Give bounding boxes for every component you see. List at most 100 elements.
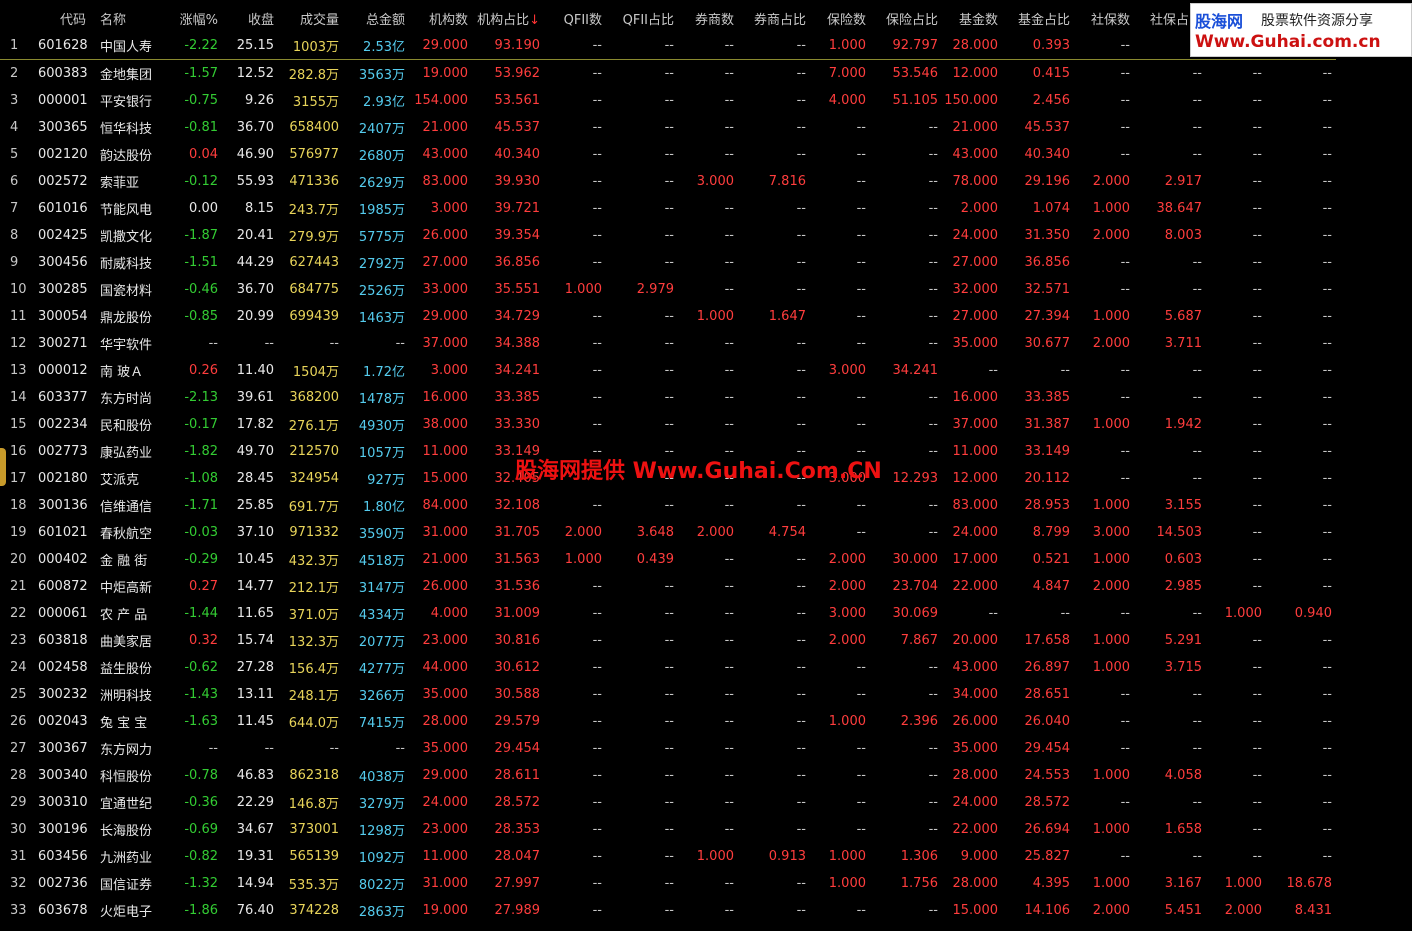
cell-broker-ratio: 4.754 [768, 525, 806, 540]
table-row[interactable]: 4 300365 恒华科技 -0.81 36.70 658400 2407万 21.000 45… [0, 114, 1336, 141]
table-row[interactable]: 18 300136 信维通信 -1.71 25.85 691.7万 1.80亿 84.000 3… [0, 492, 1336, 519]
cell-inst-count: 29.000 [422, 309, 469, 324]
column-header-index[interactable] [0, 5, 38, 32]
cell-social-count: 3.000 [1092, 525, 1130, 540]
cell-extra-ratio: -- [1322, 309, 1332, 324]
cell-code: 601021 [38, 525, 88, 540]
column-header-fund-count[interactable]: 基金数 [942, 5, 1002, 32]
table-row[interactable]: 12 300271 华宇软件 -- -- -- -- 37.000 34.388 -- -- -- --… [0, 330, 1336, 357]
cell-volume: 691.7万 [288, 500, 339, 515]
cell-amount: 4038万 [358, 770, 405, 785]
table-row[interactable]: 2 600383 金地集团 -1.57 12.52 282.8万 3563万 19.000 53… [0, 60, 1336, 88]
cell-broker-ratio: -- [796, 93, 806, 108]
cell-inst-ratio: 31.563 [494, 552, 541, 567]
cell-social-count: -- [1120, 606, 1130, 621]
cell-insurance-ratio: -- [928, 147, 938, 162]
cell-insurance-count: -- [856, 336, 866, 351]
cell-extra-ratio: 8.431 [1294, 903, 1332, 918]
column-header-fund-ratio[interactable]: 基金占比 [1002, 5, 1074, 32]
table-row[interactable]: 25 300232 洲明科技 -1.43 13.11 248.1万 3266万 35.000 3… [0, 681, 1336, 708]
table-row[interactable]: 8 002425 凯撒文化 -1.87 20.41 279.9万 5775万 26.000 39… [0, 222, 1336, 249]
column-header-broker-count[interactable]: 券商数 [678, 5, 738, 32]
cell-name: 金 融 街 [100, 554, 148, 569]
cell-qfii-count: -- [592, 417, 602, 432]
table-row[interactable]: 26 002043 兔 宝 宝 -1.63 11.45 644.0万 7415万 28.000… [0, 708, 1336, 735]
cell-broker-count: -- [724, 147, 734, 162]
table-row[interactable]: 33 603678 火炬电子 -1.86 76.40 374228 2863万 19.000 2… [0, 897, 1336, 924]
table-row[interactable]: 7 601016 节能风电 0.00 8.15 243.7万 1985万 3.000 39.72… [0, 195, 1336, 222]
cell-index: 26 [10, 714, 27, 729]
column-header-amount[interactable]: 总金额 [343, 5, 409, 32]
table-row[interactable]: 1 601628 中国人寿 -2.22 25.15 1003万 2.53亿 29.000 93.… [0, 32, 1336, 60]
table-row[interactable]: 3 000001 平安银行 -0.75 9.26 3155万 2.93亿 154.000 53.… [0, 87, 1336, 114]
table-row[interactable]: 11 300054 鼎龙股份 -0.85 20.99 699439 1463万 29.000 3… [0, 303, 1336, 330]
table-row[interactable]: 31 603456 九洲药业 -0.82 19.31 565139 1092万 11.000 2… [0, 843, 1336, 870]
cell-code: 002425 [38, 228, 88, 243]
table-row[interactable]: 24 002458 益生股份 -0.62 27.28 156.4万 4277万 44.000 3… [0, 654, 1336, 681]
cell-extra-count: 1.000 [1224, 606, 1262, 621]
column-header-social-count[interactable]: 社保数 [1074, 5, 1134, 32]
table-row[interactable]: 23 603818 曲美家居 0.32 15.74 132.3万 2077万 23.000 30… [0, 627, 1336, 654]
cell-qfii-ratio: -- [664, 255, 674, 270]
cell-social-count: 2.000 [1092, 228, 1130, 243]
cell-insurance-ratio: -- [928, 660, 938, 675]
cell-broker-ratio: 7.816 [768, 174, 806, 189]
table-row[interactable]: 27 300367 东方网力 -- -- -- -- 35.000 29.454 -- -- -- --… [0, 735, 1336, 762]
cell-amount: 3563万 [358, 68, 405, 83]
table-row[interactable]: 32 002736 国信证券 -1.32 14.94 535.3万 8022万 31.000 2… [0, 870, 1336, 897]
column-header-inst-count[interactable]: 机构数 [409, 5, 472, 32]
cell-volume: 156.4万 [288, 662, 339, 677]
cell-name: 平安银行 [100, 95, 153, 110]
table-row[interactable]: 14 603377 东方时尚 -2.13 39.61 368200 1478万 16.000 3… [0, 384, 1336, 411]
table-row[interactable]: 6 002572 索菲亚 -0.12 55.93 471336 2629万 83.000 39.… [0, 168, 1336, 195]
column-header-inst-ratio[interactable]: 机构占比↓ [472, 5, 544, 32]
cell-change-pct: -0.69 [184, 822, 218, 837]
cell-fund-count: 27.000 [952, 309, 999, 324]
cell-close: 55.93 [236, 174, 274, 189]
table-row[interactable]: 13 000012 南 玻Ａ 0.26 11.40 1504万 1.72亿 3.000 34.2… [0, 357, 1336, 384]
column-header-code[interactable]: 代码 [38, 5, 90, 32]
column-header-broker-ratio[interactable]: 券商占比 [738, 5, 810, 32]
cell-qfii-ratio: -- [664, 363, 674, 378]
cell-fund-count: 150.000 [944, 93, 998, 108]
cell-index: 32 [10, 876, 27, 891]
cell-fund-ratio: 28.572 [1024, 795, 1071, 810]
column-header-insurance-ratio[interactable]: 保险占比 [870, 5, 942, 32]
table-row[interactable]: 22 000061 农 产 品 -1.44 11.65 371.0万 4334万 4.000 3… [0, 600, 1336, 627]
table-row[interactable]: 5 002120 韵达股份 0.04 46.90 576977 2680万 43.000 40.… [0, 141, 1336, 168]
column-header-close[interactable]: 收盘 [222, 5, 278, 32]
table-row[interactable]: 28 300340 科恒股份 -0.78 46.83 862318 4038万 29.000 2… [0, 762, 1336, 789]
cell-social-count: 1.000 [1092, 822, 1130, 837]
cell-fund-ratio: 36.856 [1024, 255, 1071, 270]
column-header-qfii-ratio[interactable]: QFII占比 [606, 5, 678, 32]
side-expand-handle[interactable] [0, 448, 6, 486]
column-header-qfii-count[interactable]: QFII数 [544, 5, 606, 32]
cell-extra-count: -- [1252, 471, 1262, 486]
cell-change-pct: -1.87 [184, 228, 218, 243]
table-row[interactable]: 29 300310 宜通世纪 -0.36 22.29 146.8万 3279万 24.000 2… [0, 789, 1336, 816]
column-header-volume[interactable]: 成交量 [278, 5, 343, 32]
cell-name: 耐威科技 [100, 257, 153, 272]
table-row[interactable]: 20 000402 金 融 街 -0.29 10.45 432.3万 4518万 21.000… [0, 546, 1336, 573]
cell-extra-count: -- [1252, 822, 1262, 837]
table-row[interactable]: 19 601021 春秋航空 -0.03 37.10 971332 3590万 31.000 3… [0, 519, 1336, 546]
cell-social-ratio: -- [1192, 741, 1202, 756]
cell-inst-count: 3.000 [430, 363, 468, 378]
table-row[interactable]: 15 002234 民和股份 -0.17 17.82 276.1万 4930万 38.000 3… [0, 411, 1336, 438]
table-row[interactable]: 30 300196 长海股份 -0.69 34.67 373001 1298万 23.000 2… [0, 816, 1336, 843]
table-row[interactable]: 10 300285 国瓷材料 -0.46 36.70 684775 2526万 33.000 3… [0, 276, 1336, 303]
cell-extra-count: -- [1252, 66, 1262, 81]
cell-social-count: 2.000 [1092, 579, 1130, 594]
cell-insurance-ratio: 53.546 [892, 66, 939, 81]
cell-insurance-count: -- [856, 822, 866, 837]
table-row[interactable]: 9 300456 耐威科技 -1.51 44.29 627443 2792万 27.000 36… [0, 249, 1336, 276]
cell-social-count: -- [1120, 714, 1130, 729]
column-header-change-pct[interactable]: 涨幅% [172, 5, 222, 32]
cell-inst-count: 38.000 [422, 417, 469, 432]
cell-fund-count: 2.000 [960, 201, 998, 216]
cell-index: 28 [10, 768, 27, 783]
column-header-name[interactable]: 名称 [90, 5, 172, 32]
table-row[interactable]: 21 600872 中炬高新 0.27 14.77 212.1万 3147万 26.000 31… [0, 573, 1336, 600]
column-header-insurance-count[interactable]: 保险数 [810, 5, 870, 32]
cell-qfii-ratio: -- [664, 768, 674, 783]
